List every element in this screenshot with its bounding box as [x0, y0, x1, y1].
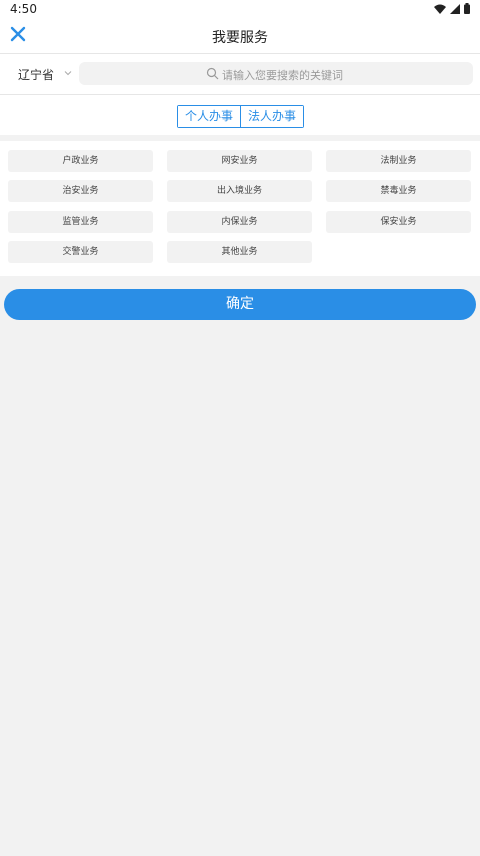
category-internal-security[interactable]: 内保业务 [167, 211, 312, 233]
tab-corporate[interactable]: 法人办事 [240, 106, 303, 127]
category-anti-drug[interactable]: 禁毒业务 [326, 180, 471, 202]
category-supervision[interactable]: 监管业务 [8, 211, 153, 233]
wifi-icon [434, 4, 446, 14]
search-row: 辽宁省 请输入您要搜索的关键词 [0, 54, 480, 95]
tab-row: 个人办事 法人办事 [0, 95, 480, 135]
chevron-down-icon[interactable] [63, 68, 73, 78]
battery-icon [464, 3, 470, 14]
province-selector[interactable]: 辽宁省 [18, 66, 54, 83]
search-placeholder: 请输入您要搜索的关键词 [222, 69, 343, 82]
search-input[interactable]: 请输入您要搜索的关键词 [79, 62, 473, 85]
search-icon [206, 67, 219, 80]
category-traffic[interactable]: 交警业务 [8, 241, 153, 263]
confirm-button[interactable]: 确定 [4, 289, 476, 320]
status-time: 4:50 [10, 2, 37, 16]
status-icons [434, 3, 470, 14]
category-security-guard[interactable]: 保安业务 [326, 211, 471, 233]
page-title: 我要服务 [212, 30, 268, 46]
category-other[interactable]: 其他业务 [167, 241, 312, 263]
category-cybersecurity[interactable]: 网安业务 [167, 150, 312, 172]
status-bar: 4:50 [0, 0, 480, 18]
category-immigration[interactable]: 出入境业务 [167, 180, 312, 202]
signal-icon [450, 3, 460, 14]
category-grid: 户政业务 网安业务 法制业务 治安业务 出入境业务 禁毒业务 监管业务 内保业务… [0, 141, 480, 276]
title-bar: 我要服务 [0, 18, 480, 54]
category-legal[interactable]: 法制业务 [326, 150, 471, 172]
tab-personal[interactable]: 个人办事 [178, 106, 240, 127]
category-public-order[interactable]: 治安业务 [8, 180, 153, 202]
tab-switcher: 个人办事 法人办事 [177, 105, 304, 128]
category-household[interactable]: 户政业务 [8, 150, 153, 172]
